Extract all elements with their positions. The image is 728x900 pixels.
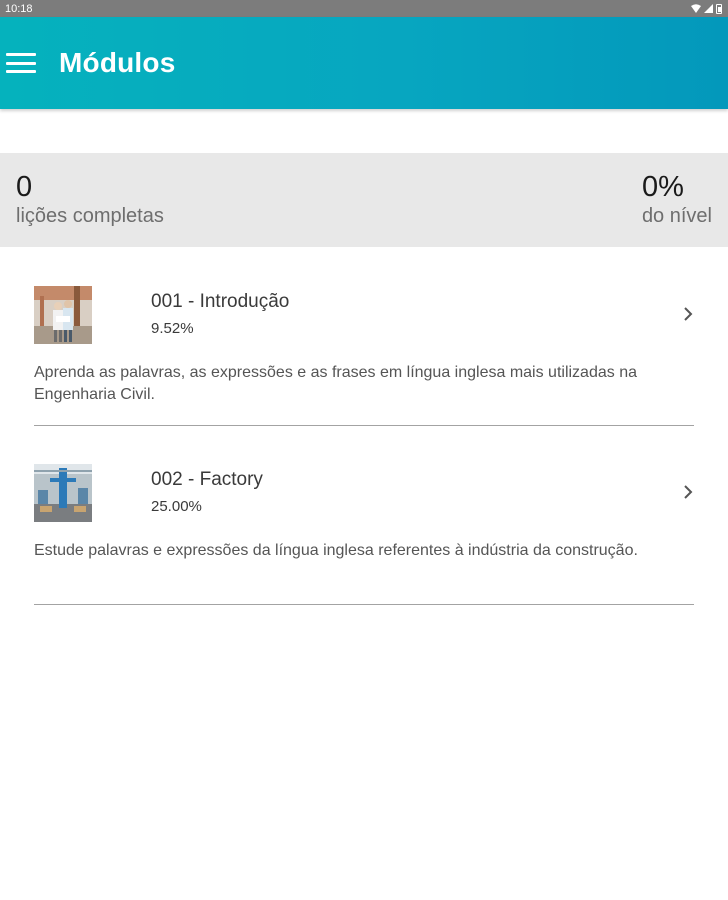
chevron-right-icon[interactable] (682, 482, 694, 502)
module-title: 002 - Factory (151, 469, 263, 490)
status-time: 10:18 (5, 2, 33, 15)
module-item[interactable]: 001 - Introdução 9.52% Aprenda as palavr… (34, 248, 694, 426)
lessons-completed-stat: 0 lições completas (16, 153, 164, 247)
module-percent: 9.52% (151, 320, 194, 337)
level-percent-value: 0% (641, 171, 684, 203)
signal-icon (704, 4, 713, 13)
module-title: 001 - Introdução (151, 291, 290, 312)
module-list: 001 - Introdução 9.52% Aprenda as palavr… (0, 248, 728, 605)
lessons-completed-label: lições completas (16, 205, 164, 227)
progress-summary: 0 lições completas 0% do nível (0, 153, 728, 247)
module-description: Aprenda as palavras, as expressões e as … (34, 364, 637, 403)
status-icons (691, 3, 722, 14)
page-title: Módulos (59, 47, 176, 78)
module-thumbnail (34, 286, 92, 344)
status-bar: 10:18 (0, 0, 728, 17)
module-thumbnail (34, 464, 92, 522)
menu-icon[interactable] (6, 52, 36, 74)
level-percent-label: do nível (641, 205, 712, 227)
module-percent: 25.00% (151, 498, 202, 515)
wifi-icon (691, 4, 701, 13)
lessons-completed-value: 0 (16, 171, 33, 203)
module-item[interactable]: 002 - Factory 25.00% Estude palavras e e… (34, 426, 694, 605)
battery-icon (716, 3, 722, 14)
level-percent-stat: 0% do nível (642, 153, 712, 247)
chevron-right-icon[interactable] (682, 304, 694, 324)
app-bar: Módulos (0, 17, 728, 109)
module-description: Estude palavras e expressões da língua i… (34, 542, 638, 559)
